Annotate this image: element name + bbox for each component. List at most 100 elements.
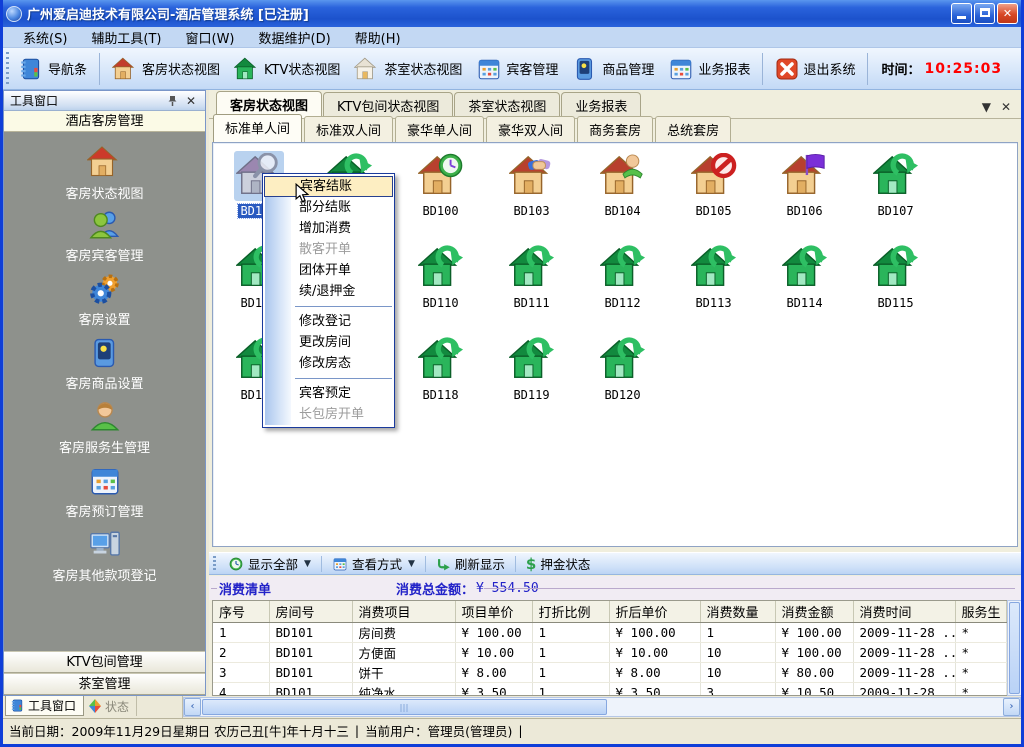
toolbar-grip[interactable] bbox=[213, 556, 216, 572]
table-row[interactable]: 2 BD101 方便面 ¥ 10.00 1 ¥ 10.00 10 ¥ 100.0… bbox=[213, 643, 1007, 663]
toolbar-exit-button[interactable]: 退出系统 bbox=[768, 54, 862, 84]
toolbar-grip[interactable] bbox=[6, 52, 9, 86]
room-BD106[interactable]: BD106 bbox=[759, 151, 850, 229]
col-discounted-price[interactable]: 折后单价 bbox=[609, 601, 700, 623]
sidebar-item-label: 客房设置 bbox=[78, 309, 130, 328]
dock-tab-status[interactable]: 状态 bbox=[84, 696, 137, 716]
room-BD113[interactable]: BD113 bbox=[668, 243, 759, 321]
table-row[interactable]: 4 BD101 纯净水 ¥ 3.50 1 ¥ 3.50 3 ¥ 10.50 20… bbox=[213, 683, 1007, 697]
col-time[interactable]: 消费时间 bbox=[853, 601, 955, 623]
cell: 1 bbox=[700, 623, 775, 643]
sidebar-item-room-goods-settings[interactable]: 客房商品设置 bbox=[4, 336, 205, 400]
table-vertical-scrollbar[interactable] bbox=[1007, 600, 1022, 696]
room-BD120[interactable]: BD120 bbox=[577, 335, 668, 413]
table-row[interactable]: 3 BD101 饼干 ¥ 8.00 1 ¥ 8.00 10 ¥ 80.00 20… bbox=[213, 663, 1007, 683]
room-BD114[interactable]: BD114 bbox=[759, 243, 850, 321]
toolbar-room-status-button[interactable]: 客房状态视图 bbox=[105, 53, 227, 85]
tab-presidential-suite[interactable]: 总统套房 bbox=[655, 116, 731, 142]
table-row[interactable]: 1 BD101 房间费 ¥ 100.00 1 ¥ 100.00 1 ¥ 100.… bbox=[213, 623, 1007, 643]
title-bar[interactable]: 广州爱启迪技术有限公司-酒店管理系统 [已注册] ✕ bbox=[0, 0, 1024, 27]
menu-data-maintenance[interactable]: 数据维护(D) bbox=[247, 26, 343, 49]
menu-aux-tools[interactable]: 辅助工具(T) bbox=[79, 26, 173, 49]
room-BD119[interactable]: BD119 bbox=[486, 335, 577, 413]
room-view-toolbar: 显示全部 ▼ 查看方式 ▼ 刷新显示 $ 押金状态 bbox=[209, 552, 1021, 575]
panel-close-icon[interactable]: ✕ bbox=[183, 94, 199, 108]
col-unit-price[interactable]: 项目单价 bbox=[455, 601, 532, 623]
menu-help[interactable]: 帮助(H) bbox=[343, 26, 413, 49]
room-label: BD103 bbox=[513, 204, 549, 218]
refresh-button[interactable]: 刷新显示 bbox=[429, 552, 512, 575]
tab-deluxe-double-room[interactable]: 豪华双人间 bbox=[486, 116, 575, 142]
menu-item-modify-registration[interactable]: 修改登记 bbox=[263, 311, 394, 332]
toolbar-button-label: 宾客管理 bbox=[506, 59, 558, 78]
toolbar-navigator-button[interactable]: 导航条 bbox=[11, 53, 94, 85]
scroll-right-icon[interactable]: › bbox=[1003, 698, 1020, 716]
sidebar-item-room-settings[interactable]: 客房设置 bbox=[4, 272, 205, 336]
house-icon bbox=[87, 144, 123, 180]
tab-business-suite[interactable]: 商务套房 bbox=[577, 116, 653, 142]
room-BD112[interactable]: BD112 bbox=[577, 243, 668, 321]
col-room-number[interactable]: 房间号 bbox=[269, 601, 352, 623]
dock-tab-tool-window[interactable]: 工具窗口 bbox=[5, 696, 84, 716]
maximize-button[interactable] bbox=[974, 3, 995, 24]
room-BD100[interactable]: BD100 bbox=[395, 151, 486, 229]
view-mode-button[interactable]: 查看方式 ▼ bbox=[325, 552, 422, 575]
scroll-left-icon[interactable]: ‹ bbox=[184, 698, 201, 716]
toolbar-ktv-status-button[interactable]: KTV状态视图 bbox=[227, 53, 347, 85]
col-discount-rate[interactable]: 打折比例 bbox=[532, 601, 609, 623]
sidebar-group-tea-management[interactable]: 茶室管理 bbox=[4, 673, 205, 695]
toolbar-goods-management-button[interactable]: 商品管理 bbox=[565, 53, 661, 85]
col-amount[interactable]: 消费金额 bbox=[775, 601, 853, 623]
close-button[interactable]: ✕ bbox=[997, 3, 1018, 24]
tab-business-report[interactable]: 业务报表 bbox=[561, 92, 641, 118]
toolbar-business-report-button[interactable]: 业务报表 bbox=[661, 53, 757, 85]
sidebar-item-room-booking-management[interactable]: 客房预订管理 bbox=[4, 464, 205, 528]
room-BD107[interactable]: BD107 bbox=[850, 151, 941, 229]
sidebar-item-room-guest-management[interactable]: 客房宾客管理 bbox=[4, 208, 205, 272]
minimize-button[interactable] bbox=[951, 3, 972, 24]
room-BD115[interactable]: BD115 bbox=[850, 243, 941, 321]
tab-standard-double-room[interactable]: 标准双人间 bbox=[304, 116, 393, 142]
tab-deluxe-single-room[interactable]: 豪华单人间 bbox=[395, 116, 484, 142]
pin-icon[interactable] bbox=[167, 95, 183, 107]
col-waiter[interactable]: 服务生 bbox=[955, 601, 1007, 623]
room-BD103[interactable]: BD103 bbox=[486, 151, 577, 229]
menu-item-guest-reservation[interactable]: 宾客预定 bbox=[263, 383, 394, 404]
menu-item-modify-room-status[interactable]: 修改房态 bbox=[263, 353, 394, 374]
menu-window[interactable]: 窗口(W) bbox=[174, 26, 247, 49]
menu-item-add-consumption[interactable]: 增加消费 bbox=[263, 218, 394, 239]
menu-item-partial-checkout[interactable]: 部分结账 bbox=[263, 197, 394, 218]
room-BD105[interactable]: BD105 bbox=[668, 151, 759, 229]
sidebar-group-ktv-management[interactable]: KTV包间管理 bbox=[4, 651, 205, 673]
sidebar-item-room-other-payments[interactable]: 客房其他款项登记 bbox=[4, 528, 205, 592]
col-item[interactable]: 消费项目 bbox=[352, 601, 455, 623]
tab-tea-room-status-view[interactable]: 茶室状态视图 bbox=[454, 92, 560, 118]
scrollbar-thumb[interactable] bbox=[202, 699, 607, 715]
show-all-button[interactable]: 显示全部 ▼ bbox=[221, 552, 318, 575]
sidebar-section-hotel-room-management[interactable]: 酒店客房管理 bbox=[4, 111, 205, 132]
bottom-row: 工具窗口 状态 ‹ › bbox=[3, 696, 1021, 718]
menu-item-change-room[interactable]: 更改房间 bbox=[263, 332, 394, 353]
room-person-icon bbox=[600, 153, 646, 199]
room-BD118[interactable]: BD118 bbox=[395, 335, 486, 413]
sidebar-item-room-status-view[interactable]: 客房状态视图 bbox=[4, 144, 205, 208]
menu-item-deposit-renew-refund[interactable]: 续/退押金 bbox=[263, 281, 394, 302]
menu-item-guest-checkout[interactable]: 宾客结账 bbox=[264, 176, 393, 197]
toolbar-tea-status-button[interactable]: 茶室状态视图 bbox=[347, 53, 469, 85]
toolbar-guest-management-button[interactable]: 宾客管理 bbox=[469, 53, 565, 85]
sidebar-item-room-waiter-management[interactable]: 客房服务生管理 bbox=[4, 400, 205, 464]
menu-item-group-open-bill[interactable]: 团体开单 bbox=[263, 260, 394, 281]
table-horizontal-scrollbar[interactable]: ‹ › bbox=[183, 697, 1021, 717]
deposit-status-button[interactable]: $ 押金状态 bbox=[519, 552, 597, 575]
room-BD110[interactable]: BD110 bbox=[395, 243, 486, 321]
tab-ktv-room-status-view[interactable]: KTV包间状态视图 bbox=[323, 92, 453, 118]
room-BD104[interactable]: BD104 bbox=[577, 151, 668, 229]
tab-close-icon[interactable]: ✕ bbox=[1001, 100, 1011, 114]
tab-standard-single-room[interactable]: 标准单人间 bbox=[213, 114, 302, 142]
tool-window-header[interactable]: 工具窗口 ✕ bbox=[4, 91, 205, 111]
col-index[interactable]: 序号 bbox=[213, 601, 269, 623]
tab-list-dropdown-icon[interactable]: ▼ bbox=[982, 100, 991, 114]
room-BD111[interactable]: BD111 bbox=[486, 243, 577, 321]
col-quantity[interactable]: 消费数量 bbox=[700, 601, 775, 623]
menu-system[interactable]: 系统(S) bbox=[11, 26, 79, 49]
